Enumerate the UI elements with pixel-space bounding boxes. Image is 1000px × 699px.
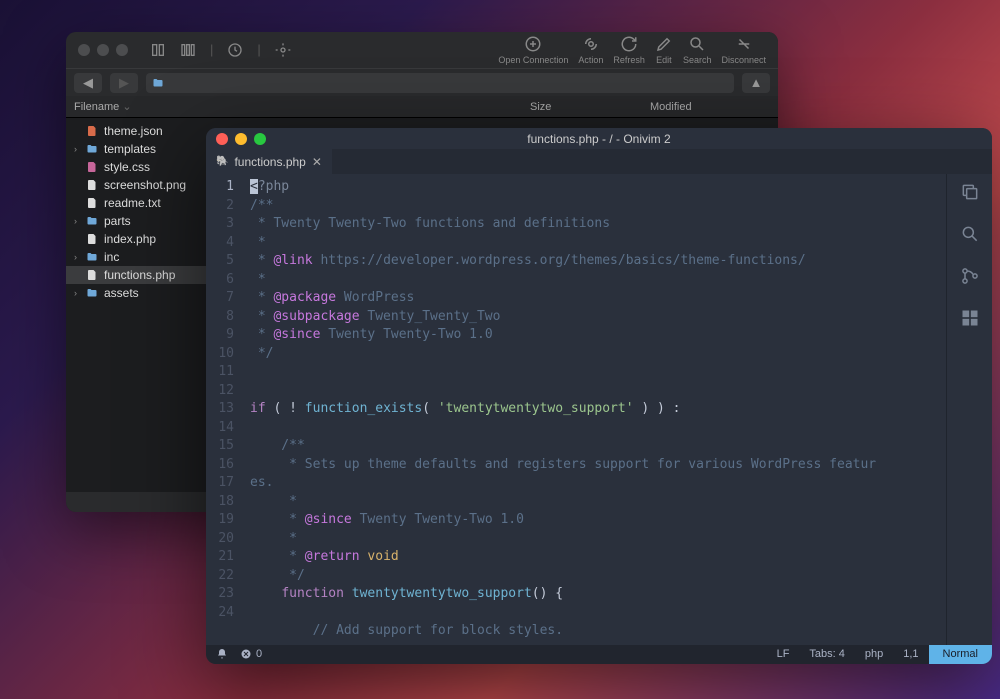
column-headers: Filename ⌄ Size Modified — [66, 96, 778, 118]
column-filename[interactable]: Filename ⌄ — [74, 100, 530, 113]
extensions-icon[interactable] — [960, 308, 980, 328]
zoom-button[interactable] — [116, 44, 128, 56]
column-modified[interactable]: Modified — [650, 101, 770, 113]
code-area[interactable]: <?php /** * Twenty Twenty-Two functions … — [242, 174, 946, 645]
folder-icon — [84, 286, 100, 300]
minimize-button[interactable] — [97, 44, 109, 56]
search-icon[interactable] — [960, 224, 980, 244]
ftp-nav: ◀ ▶ ▲ — [66, 68, 778, 96]
terminal-icon[interactable] — [275, 42, 291, 58]
editor-window: functions.php - / - Onivim 2 🐘 functions… — [206, 128, 992, 664]
copy-icon[interactable] — [960, 182, 980, 202]
cursor-position[interactable]: 1,1 — [893, 648, 928, 660]
php-icon — [84, 232, 100, 246]
image-icon — [84, 178, 100, 192]
notifications-badge[interactable] — [216, 648, 228, 660]
editor-activity-bar — [946, 174, 992, 645]
minimize-button[interactable] — [235, 133, 247, 145]
vim-mode: Normal — [929, 645, 992, 664]
indentation[interactable]: Tabs: 4 — [799, 648, 854, 660]
edit-button[interactable]: Edit — [655, 35, 673, 65]
bookmark-icon[interactable] — [150, 42, 166, 58]
folder-icon — [84, 142, 100, 156]
editor-title: functions.php - / - Onivim 2 — [206, 132, 992, 146]
language-mode[interactable]: php — [855, 648, 893, 660]
json-icon — [84, 124, 100, 138]
editor-tabs: 🐘 functions.php ✕ — [206, 149, 992, 174]
search-button[interactable]: Search — [683, 35, 712, 65]
css-icon — [84, 160, 100, 174]
close-button[interactable] — [78, 44, 90, 56]
folder-icon — [152, 77, 164, 89]
toolbar-view-icons: | | — [150, 42, 291, 58]
editor-body: 123456789101112131415161718192021222324 … — [206, 174, 992, 645]
column-size[interactable]: Size — [530, 101, 650, 113]
columns-icon[interactable] — [180, 42, 196, 58]
tab-functions-php[interactable]: 🐘 functions.php ✕ — [206, 149, 332, 174]
source-control-icon[interactable] — [960, 266, 980, 286]
history-icon[interactable] — [227, 42, 243, 58]
php-icon: 🐘 — [216, 156, 228, 167]
folder-icon — [84, 214, 100, 228]
nav-up-button[interactable]: ▲ — [742, 73, 770, 93]
ftp-titlebar: | | Open Connection Action Refresh Edit — [66, 32, 778, 68]
errors-badge[interactable]: 0 — [240, 648, 262, 660]
close-tab-icon[interactable]: ✕ — [312, 155, 322, 169]
ftp-toolbar-actions: Open Connection Action Refresh Edit Sear… — [498, 35, 766, 65]
php-icon — [84, 268, 100, 282]
text-icon — [84, 196, 100, 210]
close-button[interactable] — [216, 133, 228, 145]
editor-status-bar: 0 LF Tabs: 4 php 1,1 Normal — [206, 645, 992, 664]
line-ending[interactable]: LF — [767, 648, 800, 660]
nav-forward-button[interactable]: ▶ — [110, 73, 138, 93]
disconnect-button[interactable]: Disconnect — [721, 35, 766, 65]
path-bar[interactable] — [146, 73, 734, 93]
open-connection-button[interactable]: Open Connection — [498, 35, 568, 65]
nav-back-button[interactable]: ◀ — [74, 73, 102, 93]
editor-traffic-lights — [216, 133, 266, 145]
folder-icon — [84, 250, 100, 264]
traffic-lights — [78, 44, 128, 56]
line-gutter: 123456789101112131415161718192021222324 — [206, 174, 242, 645]
action-button[interactable]: Action — [578, 35, 603, 65]
refresh-button[interactable]: Refresh — [613, 35, 645, 65]
zoom-button[interactable] — [254, 133, 266, 145]
editor-titlebar: functions.php - / - Onivim 2 — [206, 128, 992, 149]
